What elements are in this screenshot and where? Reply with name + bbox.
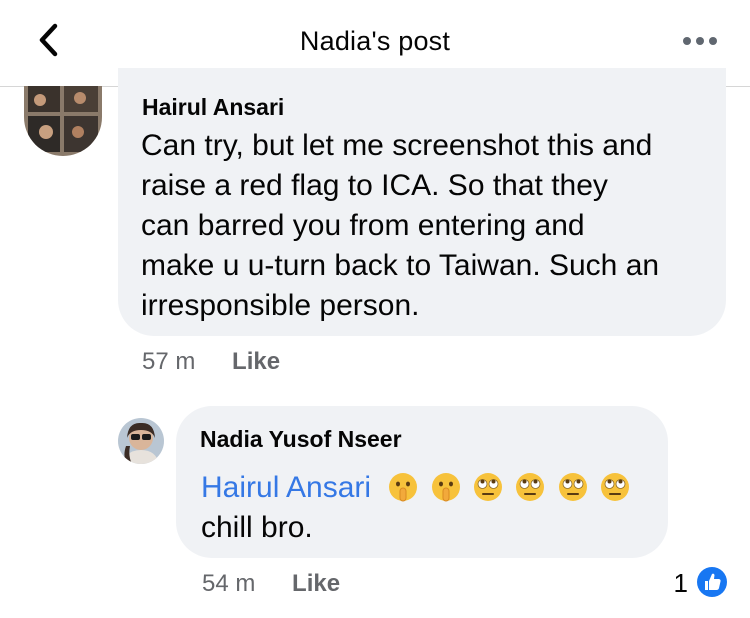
eye-roll-face-icon xyxy=(601,473,630,501)
reaction-count[interactable]: 1 xyxy=(674,568,688,599)
comment-timestamp: 57 m xyxy=(142,348,196,375)
comment-text-line: irresponsible person. xyxy=(141,289,420,322)
comment-text: Can try, but let me screenshot this and … xyxy=(141,126,721,326)
eye-roll-face-icon xyxy=(516,473,545,501)
comment-timestamp: 54 m xyxy=(202,570,256,597)
eye-roll-face-icon xyxy=(474,473,503,501)
comment-text-line: can barred you from entering and xyxy=(141,209,585,242)
thumbs-up-icon[interactable] xyxy=(696,566,728,598)
comment-text-line: Can try, but let me screenshot this and xyxy=(141,129,653,162)
shushing-face-icon xyxy=(431,473,460,502)
more-options-button[interactable] xyxy=(680,26,720,56)
avatar[interactable] xyxy=(24,86,102,156)
like-button[interactable]: Like xyxy=(292,570,340,597)
comment-author[interactable]: Nadia Yusof Nseer xyxy=(200,426,402,453)
comment-text-line: make u u-turn back to Taiwan. Such an xyxy=(141,249,660,282)
avatar[interactable] xyxy=(118,418,164,464)
shushing-face-icon xyxy=(389,473,418,502)
page-title: Nadia's post xyxy=(299,26,451,56)
eye-roll-face-icon xyxy=(558,473,587,501)
comment-bubble[interactable]: Hairul Ansari Can try, but let me screen… xyxy=(118,68,726,336)
comment-meta: 54 m Like xyxy=(202,570,340,598)
more-dots-icon xyxy=(683,37,717,45)
comment-meta: 57 m Like xyxy=(142,348,280,376)
comment-first-line: Hairul Ansari xyxy=(201,468,661,508)
reply-bubble[interactable]: Nadia Yusof Nseer Hairul Ansari chill br… xyxy=(176,406,668,558)
comment-text-line: chill bro. xyxy=(201,511,313,544)
mention-link[interactable]: Hairul Ansari xyxy=(201,471,371,504)
like-button[interactable]: Like xyxy=(232,348,280,375)
comment-author[interactable]: Hairul Ansari xyxy=(142,94,284,121)
comment-text-line: raise a red flag to ICA. So that they xyxy=(141,169,608,202)
comment-text: Hairul Ansari chill bro. xyxy=(201,468,661,548)
